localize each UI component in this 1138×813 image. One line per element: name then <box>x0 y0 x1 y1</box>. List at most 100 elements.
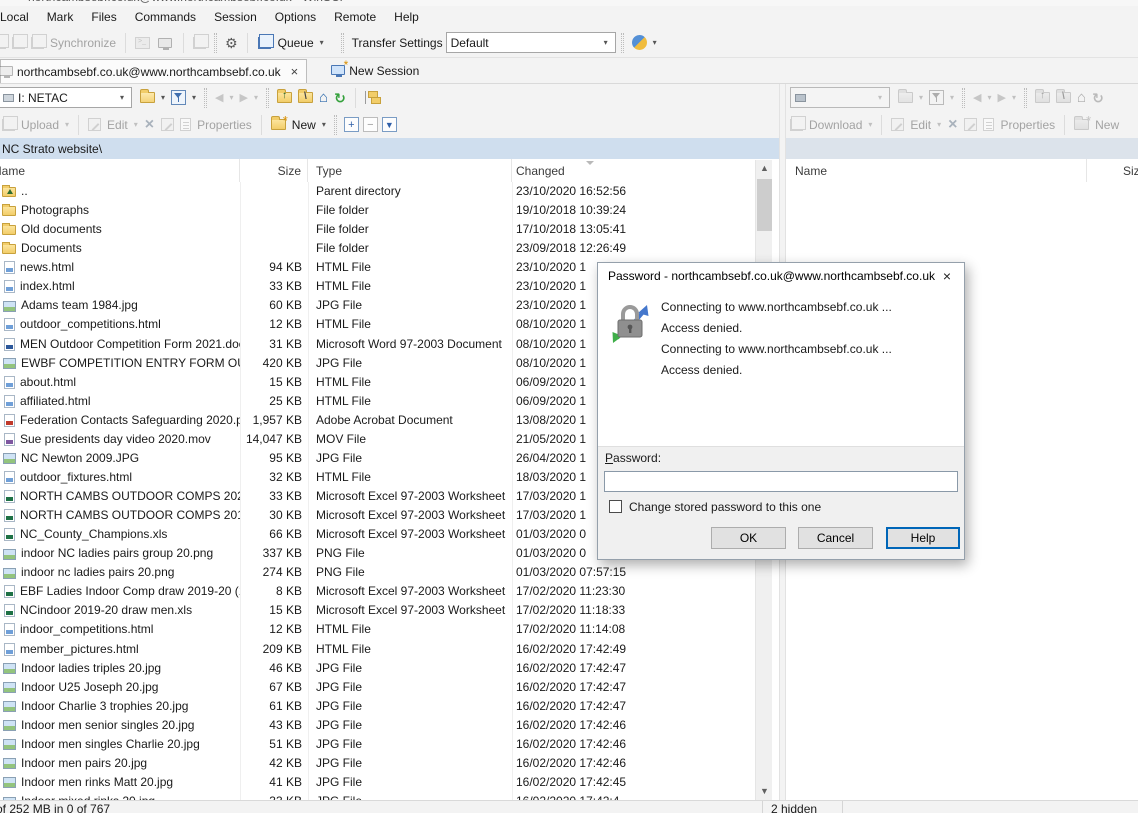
file-row[interactable]: Indoor men singles Charlie 20.jpg51 KBJP… <box>0 735 779 754</box>
edit-button[interactable]: Edit <box>910 118 931 132</box>
forward-icon[interactable]: ▶ <box>240 91 248 105</box>
drive-combo[interactable]: I: NETAC ▾ <box>0 87 132 108</box>
clipped-toolbar-icon[interactable] <box>0 37 6 49</box>
back-caret[interactable]: ▾ <box>988 93 992 102</box>
file-row[interactable]: PhotographsFile folder19/10/2018 10:39:2… <box>0 201 779 220</box>
menu-item-remote[interactable]: Remote <box>325 7 385 27</box>
file-row[interactable]: NCindoor 2019-20 draw men.xls15 KBMicros… <box>0 601 779 620</box>
filter-icon[interactable] <box>171 90 186 105</box>
download-button[interactable]: Download <box>809 118 862 132</box>
file-row[interactable]: Old documentsFile folder17/10/2018 13:05… <box>0 220 779 239</box>
file-row[interactable]: Indoor men senior singles 20.jpg43 KBJPG… <box>0 716 779 735</box>
refresh-icon[interactable]: ↻ <box>1092 91 1104 105</box>
delete-icon[interactable]: × <box>948 118 957 132</box>
edit-caret[interactable]: ▾ <box>134 120 138 129</box>
password-input[interactable] <box>604 471 958 492</box>
scroll-down-icon[interactable]: ▼ <box>756 783 773 800</box>
open-session-in-putty-icon[interactable] <box>158 38 172 48</box>
ok-button[interactable]: OK <box>711 527 786 549</box>
queue-icon[interactable] <box>258 37 271 49</box>
back-caret[interactable]: ▾ <box>230 93 234 102</box>
open-directory-icon[interactable] <box>898 92 913 103</box>
edit-icon[interactable] <box>891 118 904 131</box>
properties-button[interactable]: Properties <box>1000 118 1055 132</box>
column-header-name[interactable]: Name <box>786 159 1087 182</box>
dialog-close-icon[interactable]: × <box>935 266 959 286</box>
parent-directory-icon[interactable] <box>1035 92 1050 103</box>
filter-caret[interactable]: ▾ <box>950 93 954 102</box>
upload-button[interactable]: Upload <box>21 118 59 132</box>
home-directory-icon[interactable]: ⌂ <box>1077 91 1086 105</box>
synchronize-icon[interactable] <box>12 37 25 49</box>
help-button[interactable]: Help <box>886 527 960 549</box>
upload-icon[interactable] <box>2 119 15 131</box>
forward-caret[interactable]: ▾ <box>1012 93 1016 102</box>
column-header-name[interactable]: Name <box>0 159 240 182</box>
file-row[interactable]: indoor_competitions.html12 KBHTML File17… <box>0 620 779 639</box>
filter-caret[interactable]: ▾ <box>192 93 196 102</box>
file-row[interactable]: ..Parent directory23/10/2020 16:52:56 <box>0 182 779 201</box>
scroll-up-icon[interactable]: ▲ <box>756 160 773 177</box>
column-header-size[interactable]: Size <box>1087 159 1138 182</box>
download-icon[interactable] <box>790 119 803 131</box>
menu-item-commands[interactable]: Commands <box>126 7 205 27</box>
delete-icon[interactable]: × <box>145 118 154 132</box>
selection-filter-icon[interactable]: ▼ <box>382 117 397 132</box>
queue-dropdown-caret[interactable]: ▾ <box>320 38 324 47</box>
edit-button[interactable]: Edit <box>107 118 128 132</box>
download-caret[interactable]: ▾ <box>868 120 872 129</box>
back-icon[interactable]: ◀ <box>973 91 981 105</box>
forward-caret[interactable]: ▾ <box>254 93 258 102</box>
properties-icon[interactable] <box>983 118 994 131</box>
file-row[interactable]: Indoor Charlie 3 trophies 20.jpg61 KBJPG… <box>0 697 779 716</box>
file-row[interactable]: indoor nc ladies pairs 20.png274 KBPNG F… <box>0 563 779 582</box>
upload-caret[interactable]: ▾ <box>65 120 69 129</box>
menu-item-options[interactable]: Options <box>266 7 325 27</box>
filter-icon[interactable] <box>929 90 944 105</box>
root-directory-icon[interactable] <box>1056 92 1071 103</box>
directory-tree-icon[interactable] <box>365 91 381 104</box>
file-row[interactable]: Indoor mixed rinks 20.jpg33 KBJPG File16… <box>0 792 779 800</box>
properties-icon[interactable] <box>180 118 191 131</box>
change-stored-password-checkbox[interactable] <box>609 500 622 513</box>
column-header-type[interactable]: Type <box>308 159 512 182</box>
open-directory-icon[interactable] <box>140 92 155 103</box>
preferences-gear-icon[interactable]: ⚙ <box>225 36 238 50</box>
file-row[interactable]: Indoor men pairs 20.jpg42 KBJPG File16/0… <box>0 754 779 773</box>
file-row[interactable]: Indoor men rinks Matt 20.jpg41 KBJPG Fil… <box>0 773 779 792</box>
root-directory-icon[interactable] <box>298 92 313 103</box>
session-color-caret[interactable]: ▾ <box>653 38 657 47</box>
menu-item-help[interactable]: Help <box>385 7 428 27</box>
new-session-tab[interactable]: New Session <box>319 59 427 83</box>
back-icon[interactable]: ◀ <box>215 91 223 105</box>
remote-path-bar[interactable] <box>786 138 1138 159</box>
tab-close-icon[interactable]: × <box>291 64 299 79</box>
synchronize-button[interactable]: Synchronize <box>50 36 116 50</box>
home-directory-icon[interactable]: ⌂ <box>319 91 328 105</box>
file-row[interactable]: Indoor U25 Joseph 20.jpg67 KBJPG File16/… <box>0 678 779 697</box>
forward-icon[interactable]: ▶ <box>998 91 1006 105</box>
keep-remote-up-to-date-icon[interactable] <box>31 37 44 49</box>
rename-icon[interactable] <box>964 118 977 131</box>
select-files-icon[interactable]: + <box>344 117 359 132</box>
refresh-icon[interactable]: ↻ <box>334 91 346 105</box>
unselect-files-icon[interactable]: − <box>363 117 378 132</box>
edit-caret[interactable]: ▾ <box>937 120 941 129</box>
local-path-bar[interactable]: NC Strato website\ <box>0 138 779 159</box>
new-icon[interactable] <box>271 119 286 130</box>
transfer-settings-combo[interactable]: Default ▾ <box>446 32 616 53</box>
new-button[interactable]: New <box>1095 118 1119 132</box>
rename-icon[interactable] <box>161 118 174 131</box>
column-header-size[interactable]: Size <box>240 159 308 182</box>
open-directory-caret[interactable]: ▾ <box>919 93 923 102</box>
scrollbar-thumb[interactable] <box>757 179 772 231</box>
queue-button[interactable]: Queue <box>278 36 314 50</box>
synchronize-browsing-icon[interactable] <box>193 37 206 49</box>
menu-item-session[interactable]: Session <box>205 7 266 27</box>
column-header-changed[interactable]: Changed <box>512 159 779 182</box>
file-row[interactable]: EBF Ladies Indoor Comp draw 2019-20 (1).… <box>0 582 779 601</box>
properties-button[interactable]: Properties <box>197 118 252 132</box>
new-caret[interactable]: ▾ <box>322 120 326 129</box>
menu-item-mark[interactable]: Mark <box>38 7 83 27</box>
file-row[interactable]: member_pictures.html209 KBHTML File16/02… <box>0 640 779 659</box>
